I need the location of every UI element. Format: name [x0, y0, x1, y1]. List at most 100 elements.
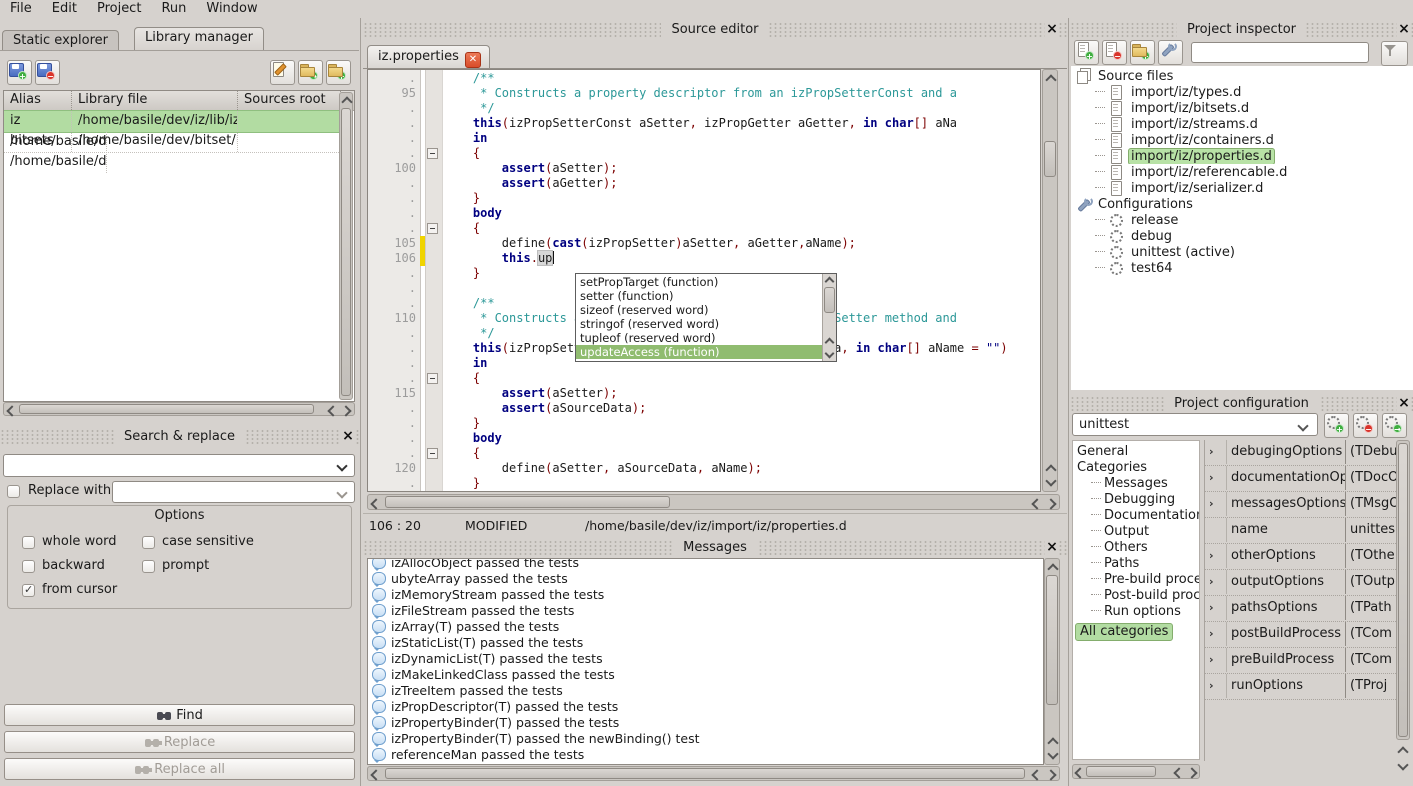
editor-hscrollbar[interactable]: [367, 494, 1060, 510]
option-checkbox-whole-word[interactable]: [22, 536, 35, 549]
open-library-button[interactable]: →: [298, 60, 323, 85]
chevron-down-icon[interactable]: [336, 460, 347, 471]
column-header-alias[interactable]: Alias: [4, 91, 72, 110]
scroll-thumb[interactable]: [824, 287, 835, 313]
project-wrench-button[interactable]: [1158, 40, 1183, 65]
scroll-left-icon[interactable]: [326, 404, 339, 417]
tree-item[interactable]: import/iz/properties.d: [1071, 148, 1413, 164]
code-line[interactable]: . assert(aGetter);: [368, 176, 1040, 191]
scroll-thumb[interactable]: [1398, 443, 1408, 737]
chevron-down-icon[interactable]: [336, 487, 347, 498]
category-item[interactable]: Messages: [1073, 476, 1199, 492]
menu-item-file[interactable]: File: [0, 0, 42, 16]
message-item[interactable]: izDynamicList(T) passed the tests: [368, 650, 1043, 666]
completion-item[interactable]: stringof (reserved word): [576, 317, 823, 331]
grid-row[interactable]: ›messagesOptions(TMsgO: [1205, 492, 1396, 518]
expand-icon[interactable]: ›: [1209, 570, 1214, 594]
replace-with-checkbox[interactable]: [7, 485, 20, 498]
tree-item[interactable]: release: [1071, 212, 1413, 228]
table-row[interactable]: iz/home/basile/dev/iz/lib/iz./home/basil…: [4, 110, 339, 133]
tree-item[interactable]: Source files: [1071, 68, 1413, 84]
grid-row[interactable]: nameunittes: [1205, 518, 1396, 544]
messages-list[interactable]: izAllocObject passed the testsubyteArray…: [367, 558, 1044, 765]
scroll-up-icon[interactable]: [340, 94, 353, 107]
scroll-up-icon[interactable]: [1044, 462, 1057, 475]
scroll-right-icon[interactable]: [1044, 497, 1057, 510]
category-item[interactable]: Debugging: [1073, 492, 1199, 508]
message-item[interactable]: izTreeItem passed the tests: [368, 682, 1043, 698]
code-line[interactable]: . this(izPropSetterConst aSetter, izProp…: [368, 116, 1040, 131]
grid-row[interactable]: ›documentationOptions(TDocO: [1205, 466, 1396, 492]
message-item[interactable]: izFileStream passed the tests: [368, 602, 1043, 618]
expand-icon[interactable]: ›: [1209, 622, 1214, 646]
scroll-up-icon[interactable]: [1046, 561, 1059, 574]
expand-icon[interactable]: ›: [1209, 544, 1214, 568]
close-icon[interactable]: ×: [1045, 22, 1059, 38]
tree-item[interactable]: import/iz/referencable.d: [1071, 164, 1413, 180]
option-checkbox-case-sensitive[interactable]: [142, 536, 155, 549]
fold-collapse-icon[interactable]: [427, 373, 438, 384]
message-item[interactable]: izMakeLinkedClass passed the tests: [368, 666, 1043, 682]
tree-item[interactable]: import/iz/bitsets.d: [1071, 100, 1413, 116]
find-button[interactable]: Find: [4, 704, 355, 726]
scroll-thumb[interactable]: [385, 496, 670, 508]
completion-item[interactable]: updateAccess (function): [576, 345, 823, 359]
config-property-grid[interactable]: ›debugingOptions(TDebu›documentationOpti…: [1204, 440, 1396, 761]
all-categories-badge[interactable]: All categories: [1075, 623, 1173, 641]
grid-row[interactable]: ›outputOptions(TOutp: [1205, 570, 1396, 596]
remove-file-button[interactable]: −: [1102, 40, 1127, 65]
scroll-up-icon[interactable]: [823, 335, 836, 348]
scroll-left-icon[interactable]: [1172, 766, 1185, 779]
category-item[interactable]: Documentation: [1073, 508, 1199, 524]
completion-item[interactable]: setPropTarget (function): [576, 275, 823, 289]
scroll-up-icon[interactable]: [1044, 72, 1057, 85]
code-line[interactable]: 95 * Constructs a property descriptor fr…: [368, 86, 1040, 101]
category-item[interactable]: Run options: [1073, 604, 1199, 620]
tab-close-icon[interactable]: ✕: [465, 52, 481, 68]
close-icon[interactable]: ×: [1045, 540, 1059, 556]
message-item[interactable]: izPropDescriptor(T) passed the tests: [368, 698, 1043, 714]
completion-item[interactable]: sizeof (reserved word): [576, 303, 823, 317]
scroll-left-icon[interactable]: [1030, 768, 1043, 781]
option-checkbox-backward[interactable]: [22, 560, 35, 573]
message-item[interactable]: referenceMan passed the tests: [368, 746, 1043, 762]
message-item[interactable]: izMemoryStream passed the tests: [368, 586, 1043, 602]
category-item[interactable]: Paths: [1073, 556, 1199, 572]
scroll-right-icon[interactable]: [1044, 768, 1057, 781]
tree-item[interactable]: Configurations: [1071, 196, 1413, 212]
expand-icon[interactable]: ›: [1209, 648, 1214, 672]
tree-item[interactable]: debug: [1071, 228, 1413, 244]
code-line[interactable]: . assert(aSourceData);: [368, 401, 1040, 416]
fold-collapse-icon[interactable]: [427, 223, 438, 234]
grid-row[interactable]: ›otherOptions(TOthe: [1205, 544, 1396, 570]
scroll-right-icon[interactable]: [339, 404, 352, 417]
menu-item-window[interactable]: Window: [196, 0, 267, 16]
menu-item-project[interactable]: Project: [87, 0, 151, 16]
code-line[interactable]: . }: [368, 476, 1040, 491]
config-selector[interactable]: unittest: [1072, 413, 1318, 436]
menu-item-edit[interactable]: Edit: [42, 0, 87, 16]
code-line[interactable]: 105 define(cast(izPropSetter)aSetter, aG…: [368, 236, 1040, 251]
clone-config-button[interactable]: →: [1382, 413, 1407, 438]
scroll-thumb[interactable]: [1086, 766, 1156, 777]
grid-row[interactable]: ›preBuildProcess(TCom: [1205, 648, 1396, 674]
unregister-library-button[interactable]: −: [35, 60, 60, 85]
code-line[interactable]: 100 assert(aSetter);: [368, 161, 1040, 176]
code-line[interactable]: 115 assert(aSetter);: [368, 386, 1040, 401]
expand-icon[interactable]: ›: [1209, 466, 1214, 490]
scroll-up-icon[interactable]: [1046, 735, 1059, 748]
code-line[interactable]: . {: [368, 446, 1040, 461]
tab-library-manager[interactable]: Library manager: [134, 27, 264, 51]
code-line[interactable]: . {: [368, 221, 1040, 236]
right-splitter[interactable]: [1068, 18, 1069, 786]
column-header-library-file[interactable]: Library file: [72, 91, 238, 110]
menu-item-run[interactable]: Run: [151, 0, 196, 16]
completion-scrollbar[interactable]: [822, 274, 836, 361]
tree-item[interactable]: import/iz/containers.d: [1071, 132, 1413, 148]
scroll-left-icon[interactable]: [369, 768, 382, 781]
chevron-down-icon[interactable]: [1297, 420, 1308, 431]
code-line[interactable]: 120 define(aSetter, aSourceData, aName);: [368, 461, 1040, 476]
categories-hscrollbar[interactable]: [1072, 764, 1200, 779]
completion-item[interactable]: setter (function): [576, 289, 823, 303]
register-library-button[interactable]: +: [7, 60, 32, 85]
